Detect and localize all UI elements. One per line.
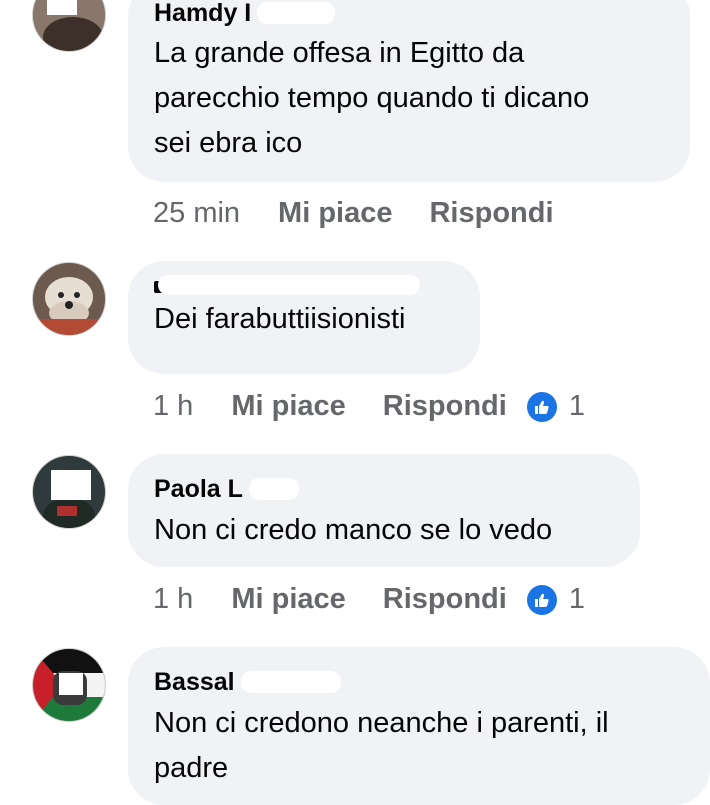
thumbs-up-icon [534,400,549,414]
comment-text-line: sei ebra ico [154,127,303,159]
comment-actions: 1 h Mi piace Rispondi 1 [153,583,585,616]
comment-author[interactable] [154,275,454,295]
comment-actions: 25 min Mi piace Rispondi [153,197,591,230]
reply-button[interactable]: Rispondi [383,390,507,423]
like-button[interactable]: Mi piace [231,390,345,423]
flag-photo-icon [33,649,105,721]
avatar[interactable] [32,0,106,52]
comment-text: Dei farabuttiisionisti [154,297,454,342]
like-button[interactable]: Mi piace [231,583,345,616]
comment-actions: 1 h Mi piace Rispondi 1 [153,390,585,423]
comment-bubble: Bassal Non ci credono neanche i parenti,… [128,647,710,805]
comment-bubble: Hamdy I La grande offesa in Egitto da pa… [128,0,690,182]
comment-text-line: Non ci credo manco se lo vedo [154,514,553,546]
user-photo-icon [33,456,105,528]
reaction-count[interactable]: 1 [569,583,585,616]
comment-text-line: padre [154,752,229,784]
comment-text-line: Dei farabuttiisionisti [154,303,406,335]
avatar[interactable] [32,648,106,722]
redaction [257,2,336,24]
redaction [158,275,420,295]
reply-button[interactable]: Rispondi [429,197,553,230]
comment-text: Non ci credo manco se lo vedo [154,508,614,553]
comment-timestamp[interactable]: 1 h [153,583,193,616]
comment-text-line: La grande offesa in Egitto da [154,37,525,69]
redaction [240,671,341,693]
comment-author[interactable]: Paola L [154,474,614,504]
dog-photo-icon [33,263,105,335]
avatar[interactable] [32,455,106,529]
like-button[interactable]: Mi piace [278,197,392,230]
like-reaction-icon[interactable] [526,584,557,615]
comment-bubble: Dei farabuttiisionisti [128,261,480,374]
user-photo-icon [33,0,105,51]
reply-button[interactable]: Rispondi [383,583,507,616]
comment-text-line: Non ci credono neanche i parenti, il [154,707,609,739]
redaction [248,478,299,500]
reaction-count[interactable]: 1 [569,390,585,423]
redacted-name [154,275,420,295]
comment-timestamp[interactable]: 1 h [153,390,193,423]
comment-text: Non ci credono neanche i parenti, il pad… [154,701,684,791]
comment-timestamp[interactable]: 25 min [153,197,240,230]
comment-bubble: Paola L Non ci credo manco se lo vedo [128,454,640,567]
comment-text: La grande offesa in Egitto da parecchio … [154,31,664,166]
comment-text-line: parecchio tempo quando ti dicano [154,82,590,114]
thumbs-up-icon [534,593,549,607]
comment-author[interactable]: Hamdy I [154,0,664,28]
avatar[interactable] [32,262,106,336]
comment-author[interactable]: Bassal [154,667,684,697]
like-reaction-icon[interactable] [526,391,557,422]
